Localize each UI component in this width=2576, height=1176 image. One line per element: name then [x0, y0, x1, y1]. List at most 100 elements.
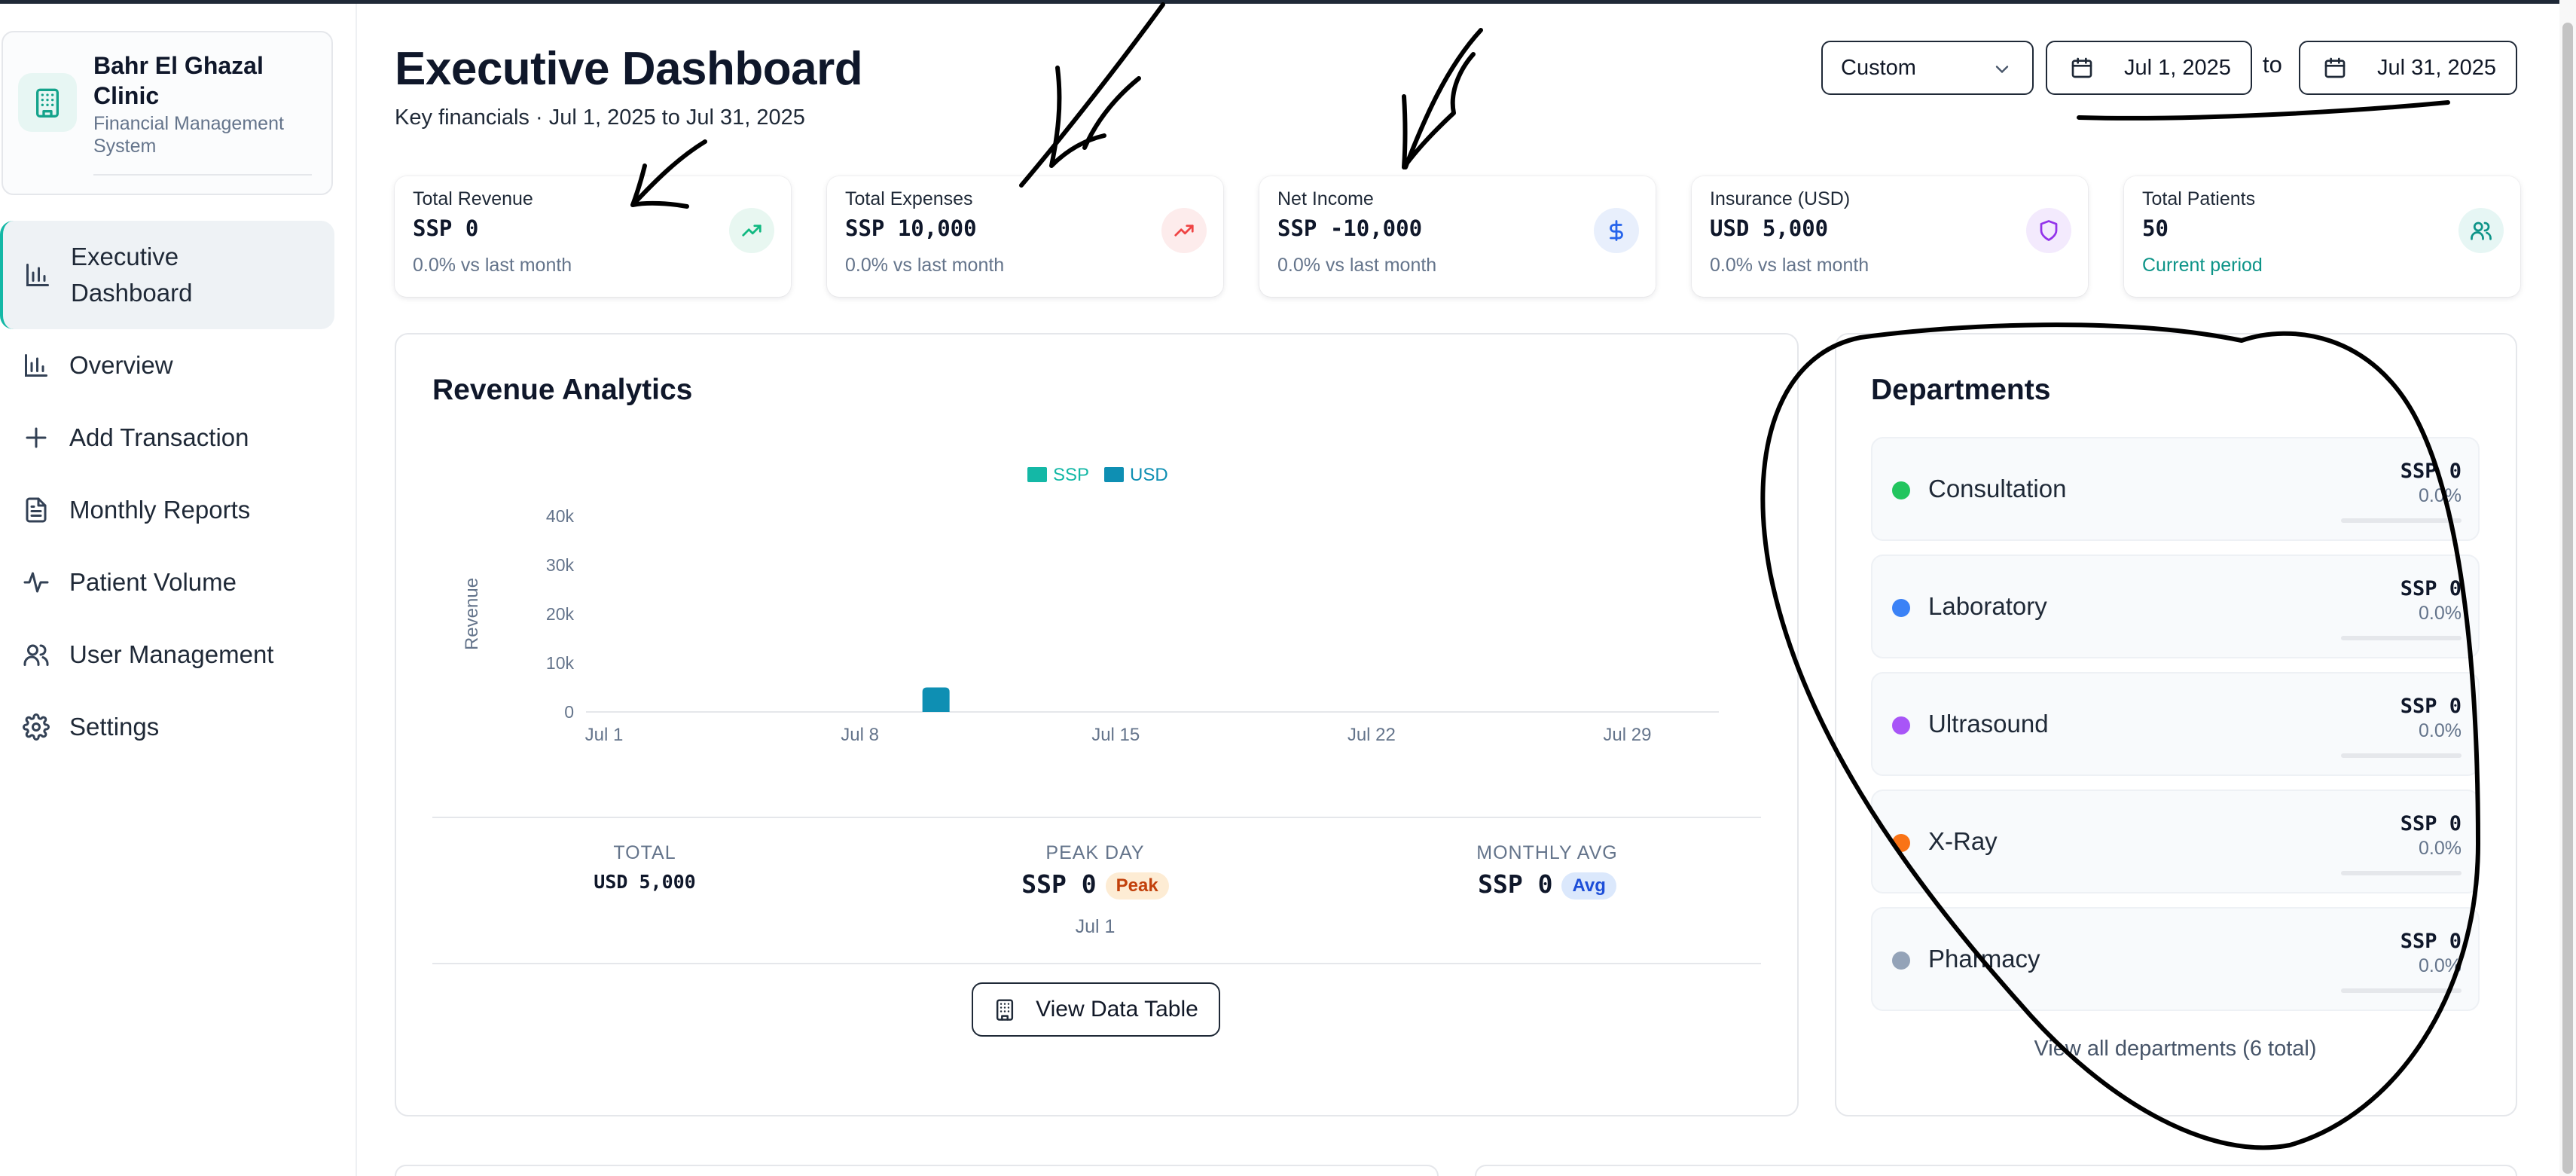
department-color-dot [1892, 951, 1910, 970]
sidebar-item-settings[interactable]: Settings [0, 691, 334, 763]
plus-icon [21, 423, 51, 453]
monthly-avg-label: MONTHLY AVG [1476, 842, 1618, 863]
department-color-dot [1892, 716, 1910, 735]
users-icon [21, 640, 51, 670]
kpi-label: Total Patients [2142, 188, 2256, 209]
department-row-ultrasound[interactable]: Ultrasound SSP 0 0.0% [1871, 672, 2480, 776]
view-all-departments-link[interactable]: View all departments (6 total) [1871, 1037, 2480, 1061]
x-tick-label: Jul 15 [1091, 725, 1140, 745]
kpi-value: SSP 0 [413, 215, 479, 241]
kpi-value: 50 [2142, 215, 2169, 241]
department-row-pharmacy[interactable]: Pharmacy SSP 0 0.0% [1871, 907, 2480, 1011]
window-top-border [0, 0, 2576, 4]
peak-badge: Peak [1105, 872, 1169, 900]
department-row-laboratory[interactable]: Laboratory SSP 0 0.0% [1871, 554, 2480, 658]
department-share-bar [2341, 988, 2462, 993]
calendar-icon [2070, 56, 2094, 80]
total-label: TOTAL [613, 842, 676, 863]
scrollbar-thumb[interactable] [2562, 23, 2573, 1174]
page-subtitle: Key financials · Jul 1, 2025 to Jul 31, … [395, 105, 805, 130]
peak-day-value: SSP 0 [1021, 869, 1097, 899]
avg-badge: Avg [1561, 872, 1616, 900]
department-percent: 0.0% [2419, 485, 2462, 506]
kpi-value: USD 5,000 [1710, 215, 1829, 241]
y-tick-label: 10k [546, 653, 575, 673]
department-name: Laboratory [1928, 592, 2047, 620]
kpi-note: Current period [2142, 255, 2263, 276]
sidebar-item-label: Add Transaction [69, 423, 249, 451]
date-range-select-value: Custom [1841, 55, 1916, 80]
department-share-bar [2341, 636, 2462, 640]
sidebar-item-executive-dashboard[interactable]: Executive Dashboard [0, 221, 334, 329]
kpi-label: Total Revenue [413, 188, 533, 209]
brand-subtitle: Financial Management System [93, 113, 284, 157]
end-date-button[interactable]: Jul 31, 2025 [2299, 41, 2517, 95]
department-name: X-Ray [1928, 827, 1998, 855]
sidebar-item-label: Monthly Reports [69, 496, 251, 524]
revenue-analytics-title: Revenue Analytics [432, 374, 693, 406]
sidebar: Bahr El Ghazal Clinic Financial Manageme… [0, 4, 357, 1176]
x-tick-label: Jul 8 [841, 725, 879, 745]
sidebar-item-overview[interactable]: Overview [0, 329, 334, 402]
sidebar-nav: Executive Dashboard Overview Add Transac… [0, 221, 334, 763]
departments-title: Departments [1871, 374, 2051, 406]
annotation-arrow [1019, 2, 1165, 188]
sidebar-item-user-management[interactable]: User Management [0, 619, 334, 691]
sidebar-item-patient-volume[interactable]: Patient Volume [0, 546, 334, 619]
brand-card: Bahr El Ghazal Clinic Financial Manageme… [2, 31, 333, 195]
page-title: Executive Dashboard [395, 43, 863, 95]
total-value: USD 5,000 [594, 871, 696, 893]
kpi-card-total-expenses: Total Expenses SSP 10,000 0.0% vs last m… [827, 176, 1223, 297]
department-share-bar [2341, 753, 2462, 758]
department-value: SSP 0 [2400, 695, 2462, 718]
legend-label: USD [1130, 465, 1168, 485]
gear-icon [21, 712, 51, 742]
legend-swatch [1027, 467, 1047, 482]
stats-divider [432, 963, 1761, 964]
brand-name: Bahr El Ghazal Clinic [93, 52, 264, 109]
calendar-icon [2323, 56, 2347, 80]
legend-swatch [1104, 467, 1124, 482]
peak-day-label: PEAK DAY [1045, 842, 1145, 863]
kpi-note: 0.0% vs last month [845, 255, 1005, 276]
brand-divider [93, 174, 312, 176]
start-date-button[interactable]: Jul 1, 2025 [2046, 41, 2252, 95]
department-percent: 0.0% [2419, 955, 2462, 976]
y-tick-label: 30k [546, 555, 575, 575]
end-date-label: Jul 31, 2025 [2377, 55, 2497, 80]
department-row-x-ray[interactable]: X-Ray SSP 0 0.0% [1871, 790, 2480, 893]
kpi-card-total-revenue: Total Revenue SSP 0 0.0% vs last month [395, 176, 791, 297]
peak-day-date: Jul 1 [1075, 916, 1116, 937]
kpi-card-net-income: Net Income SSP -10,000 0.0% vs last mont… [1259, 176, 1656, 297]
peak-day-value-row: SSP 0 Peak [945, 869, 1246, 900]
sidebar-item-label: Executive Dashboard [71, 243, 193, 307]
bar-usd [922, 687, 950, 712]
view-data-table-label: View Data Table [1036, 997, 1198, 1022]
sidebar-item-label: Settings [69, 713, 160, 741]
x-tick-label: Jul 1 [585, 725, 624, 745]
sidebar-item-add-transaction[interactable]: Add Transaction [0, 402, 334, 474]
department-percent: 0.0% [2419, 838, 2462, 859]
department-share-bar [2341, 518, 2462, 523]
revenue-chart: SSP USD 0 10k 20k 30k 40k Revenue Jul 1 Jul 8 Jul … [462, 465, 1719, 745]
date-range-select[interactable]: Custom [1821, 41, 2034, 95]
kpi-note: 0.0% vs last month [1277, 255, 1437, 276]
department-color-dot [1892, 599, 1910, 617]
stats-divider [432, 817, 1761, 818]
department-row-consultation[interactable]: Consultation SSP 0 0.0% [1871, 437, 2480, 541]
y-tick-label: 0 [564, 702, 574, 722]
x-tick-label: Jul 22 [1348, 725, 1396, 745]
date-range-separator: to [2263, 51, 2282, 78]
bar-chart-icon [21, 350, 51, 380]
kpi-card-insurance: Insurance (USD) USD 5,000 0.0% vs last m… [1692, 176, 2088, 297]
department-value: SSP 0 [2400, 930, 2462, 953]
sidebar-item-label: Overview [69, 351, 173, 379]
view-data-table-button[interactable]: View Data Table [972, 982, 1220, 1037]
sidebar-item-monthly-reports[interactable]: Monthly Reports [0, 474, 334, 546]
chevron-down-icon [1992, 59, 2013, 86]
sidebar-item-label: User Management [69, 640, 274, 668]
bottom-card-right [1475, 1165, 2517, 1176]
department-share-bar [2341, 871, 2462, 875]
kpi-label: Total Expenses [845, 188, 973, 209]
department-value: SSP 0 [2400, 577, 2462, 600]
